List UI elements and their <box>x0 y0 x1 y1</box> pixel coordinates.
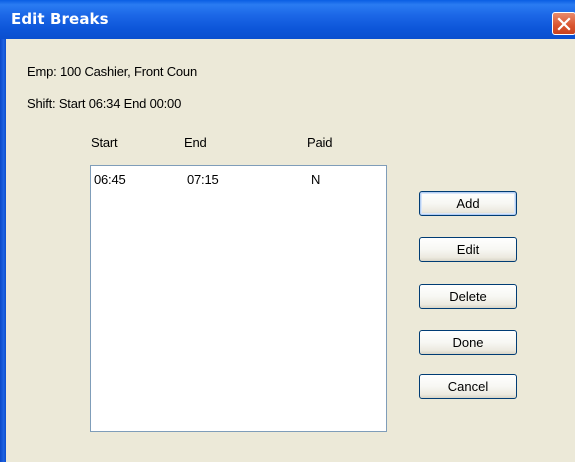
employee-info: Emp: 100 Cashier, Front Coun <box>27 64 197 79</box>
delete-button[interactable]: Delete <box>419 284 517 309</box>
shift-info: Shift: Start 06:34 End 00:00 <box>27 96 182 111</box>
column-header-paid: Paid <box>307 135 333 150</box>
column-header-end: End <box>184 135 207 150</box>
breaks-list[interactable]: 06:45 07:15 N <box>90 165 387 432</box>
close-button[interactable] <box>552 12 575 35</box>
column-header-start: Start <box>91 135 118 150</box>
add-button[interactable]: Add <box>419 191 517 216</box>
title-bar[interactable]: Edit Breaks <box>0 0 575 39</box>
break-start: 06:45 <box>94 172 126 187</box>
list-item[interactable]: 06:45 07:15 N <box>91 172 386 188</box>
edit-breaks-dialog: Edit Breaks Emp: 100 Cashier, Front Coun… <box>0 0 575 462</box>
close-icon <box>557 17 571 31</box>
done-button[interactable]: Done <box>419 330 517 355</box>
break-paid: N <box>311 172 321 187</box>
edit-button[interactable]: Edit <box>419 237 517 262</box>
break-end: 07:15 <box>187 172 219 187</box>
window-title: Edit Breaks <box>11 10 109 28</box>
cancel-button[interactable]: Cancel <box>419 374 517 399</box>
